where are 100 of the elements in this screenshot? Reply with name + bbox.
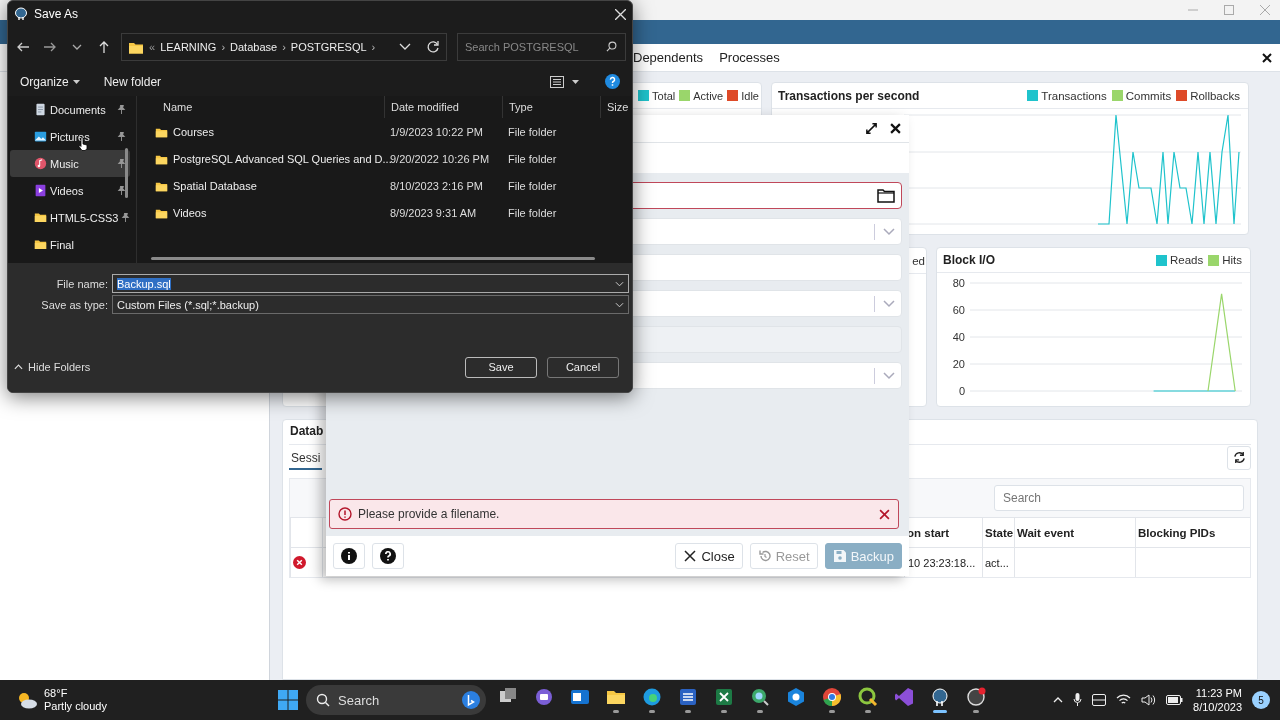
save-button[interactable]: Save bbox=[465, 356, 537, 378]
tablet-icon[interactable] bbox=[1092, 694, 1107, 706]
clock-time[interactable]: 11:23 PM bbox=[1195, 686, 1242, 700]
table-cell-text: 8/10/2023 2:16 PM bbox=[389, 179, 484, 192]
caret-icon[interactable] bbox=[572, 79, 579, 84]
document-app-icon[interactable] bbox=[678, 687, 698, 707]
error-icon[interactable] bbox=[293, 556, 306, 569]
legend-label: Active bbox=[693, 89, 724, 102]
video-icon bbox=[34, 184, 47, 197]
forward-icon[interactable] bbox=[43, 40, 58, 54]
battery-icon[interactable] bbox=[1166, 695, 1184, 705]
folder-icon bbox=[128, 40, 144, 54]
menu-button[interactable]: Organize bbox=[20, 74, 80, 89]
search-field[interactable]: Search bbox=[306, 685, 486, 715]
legend-label: Rollbacks bbox=[1190, 89, 1240, 102]
browser-icon[interactable] bbox=[642, 687, 662, 707]
browser-icon[interactable] bbox=[822, 687, 842, 707]
recorder-icon[interactable] bbox=[966, 687, 986, 707]
table-cell-text: File folder bbox=[507, 125, 558, 138]
panel-tab[interactable]: Dependents bbox=[633, 50, 704, 65]
column-header[interactable]: Date modified bbox=[384, 96, 502, 118]
chart-title: Block I/O bbox=[943, 253, 995, 267]
microphone-icon[interactable] bbox=[1073, 693, 1083, 707]
search-icon bbox=[606, 41, 617, 52]
pin-icon bbox=[117, 159, 126, 168]
chevron-down-icon[interactable] bbox=[399, 43, 411, 51]
breadcrumb-link[interactable]: LEARNING bbox=[160, 41, 217, 53]
start-icon[interactable] bbox=[278, 690, 298, 710]
breadcrumb-separator: › bbox=[221, 41, 226, 53]
refresh-icon bbox=[1232, 451, 1246, 464]
help-button[interactable] bbox=[372, 543, 404, 569]
folder-icon bbox=[34, 211, 47, 224]
axis-tick-label: 40 bbox=[952, 331, 965, 343]
chat-icon[interactable] bbox=[534, 687, 554, 707]
search-field[interactable]: Search POSTGRESQL bbox=[457, 33, 626, 61]
folder-icon[interactable] bbox=[877, 188, 895, 203]
bing-icon[interactable] bbox=[462, 691, 480, 709]
toolbar-button[interactable]: New folder bbox=[103, 74, 162, 89]
elephant-icon[interactable] bbox=[930, 687, 950, 707]
close-icon[interactable] bbox=[890, 123, 901, 134]
column-header[interactable]: Size bbox=[600, 96, 632, 118]
refresh-button[interactable] bbox=[1227, 445, 1251, 470]
back-icon[interactable] bbox=[16, 40, 31, 54]
panel-title: Datab bbox=[289, 423, 325, 440]
partly-cloudy-icon[interactable] bbox=[16, 691, 38, 709]
breadcrumb-separator: › bbox=[282, 41, 286, 53]
hide-folders-button[interactable]: Hide Folders bbox=[14, 361, 91, 373]
temperature: 68°F bbox=[44, 687, 69, 700]
file-name[interactable]: Spatial Database bbox=[173, 179, 257, 192]
panel-tab[interactable]: Processes bbox=[719, 50, 780, 65]
scrollbar[interactable] bbox=[151, 257, 595, 260]
breadcrumb-link[interactable]: POSTGRESQL bbox=[290, 41, 367, 53]
speaker-icon[interactable] bbox=[1141, 694, 1157, 706]
legend-label: Reads bbox=[1169, 254, 1204, 266]
sidebar-item[interactable]: HTML5-CSS3 bbox=[10, 204, 130, 231]
sidebar-item[interactable]: Music bbox=[10, 150, 130, 177]
wifi-icon[interactable] bbox=[1116, 694, 1132, 706]
list-view-icon[interactable] bbox=[550, 75, 564, 88]
code-editor-icon[interactable] bbox=[894, 687, 914, 707]
refresh-icon[interactable] bbox=[426, 40, 440, 54]
file-name[interactable]: PostgreSQL Advanced SQL Queries and D... bbox=[173, 152, 392, 165]
sidebar-item[interactable]: Videos bbox=[10, 177, 130, 204]
input-field[interactable]: Backup.sql bbox=[112, 274, 629, 293]
info-button[interactable] bbox=[333, 543, 365, 569]
expand-icon[interactable] bbox=[865, 122, 878, 135]
column-header[interactable]: Type bbox=[502, 96, 600, 118]
map-app-icon[interactable] bbox=[858, 687, 878, 707]
pin-icon bbox=[117, 186, 126, 195]
sidebar-item[interactable]: Documents bbox=[10, 96, 130, 123]
chart-title: Transactions per second bbox=[778, 88, 920, 103]
spreadsheet-icon[interactable] bbox=[714, 687, 734, 707]
tab[interactable]: Sessi bbox=[289, 445, 323, 470]
notification-badge[interactable]: 5 bbox=[1252, 691, 1270, 709]
undo-icon bbox=[757, 549, 772, 563]
select-field[interactable]: Custom Files (*.sql;*.backup) bbox=[112, 295, 629, 314]
overflow-button[interactable]: « bbox=[149, 41, 156, 53]
file-name[interactable]: Videos bbox=[173, 206, 207, 219]
globe-icon[interactable] bbox=[750, 687, 770, 707]
table-cell-text: File folder bbox=[507, 206, 558, 219]
close-icon bbox=[683, 549, 698, 563]
column-header[interactable]: Name bbox=[155, 96, 384, 118]
legend-label: ed bbox=[912, 254, 925, 267]
close-button[interactable]: Close bbox=[675, 543, 743, 569]
chevron-up-icon[interactable] bbox=[1053, 697, 1064, 703]
clock-date[interactable]: 8/10/2023 bbox=[1193, 700, 1242, 714]
cancel-button[interactable]: Cancel bbox=[547, 356, 619, 378]
weather-condition: Partly cloudy bbox=[44, 700, 107, 713]
help-icon[interactable] bbox=[605, 74, 620, 89]
chevron-down-icon bbox=[615, 301, 624, 308]
file-name[interactable]: Courses bbox=[173, 125, 214, 138]
address-bar[interactable]: « LEARNING › Database › POSTGRESQL › bbox=[121, 33, 447, 61]
legend-label: Hits bbox=[1222, 254, 1242, 266]
sidebar-item[interactable]: Final bbox=[10, 231, 130, 258]
close-icon[interactable] bbox=[1262, 52, 1272, 63]
breadcrumb-link[interactable]: Database bbox=[230, 41, 278, 53]
chevron-up-icon bbox=[14, 364, 23, 370]
scrollbar[interactable] bbox=[125, 148, 128, 198]
mail-icon[interactable] bbox=[570, 687, 590, 707]
music-icon bbox=[34, 157, 47, 170]
hexagon-icon[interactable] bbox=[786, 687, 806, 707]
